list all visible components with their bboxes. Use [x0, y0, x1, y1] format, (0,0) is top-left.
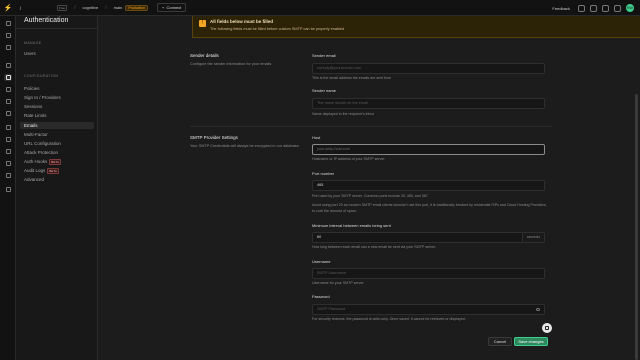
host-help: Hostname or IP address of your SMTP serv… [312, 157, 386, 161]
beta-badge: BETA [49, 158, 61, 165]
edge-functions-icon[interactable] [4, 110, 12, 117]
port-help: Port used by your SMTP server. Common po… [312, 194, 429, 198]
sidebar-title: Authentication [16, 16, 98, 29]
save-button[interactable]: Save changes [514, 337, 548, 346]
interval-input[interactable]: 60 seconds [312, 232, 545, 243]
database-icon[interactable] [4, 62, 12, 69]
sender-details-desc: Configure the sender information for you… [190, 62, 272, 66]
sidebar-item-sessions[interactable]: Sessions [24, 103, 94, 110]
connect-button[interactable]: ⌁ Connect [157, 3, 187, 12]
chat-assistant-button[interactable] [542, 323, 552, 333]
smtp-settings-title: SMTP Provider Settings [190, 135, 238, 140]
password-label: Password [312, 294, 330, 299]
logs-icon[interactable] [4, 148, 12, 155]
port-label: Port number [312, 171, 335, 176]
host-label: Host [312, 135, 321, 140]
breadcrumb-separator: / [105, 4, 107, 11]
section-divider [190, 126, 552, 127]
sender-email-label: Sender email [312, 53, 336, 58]
sidebar-item-policies[interactable]: Policies [24, 85, 94, 92]
search-icon[interactable] [578, 4, 585, 12]
warning-text: The following fields must be filled befo… [210, 27, 345, 31]
username-help: Username for your SMTP server [312, 281, 364, 285]
beta-badge: BETA [47, 167, 59, 174]
host-input[interactable]: your.smtp.host.com [312, 144, 545, 155]
org-name[interactable]: j [20, 5, 21, 10]
api-docs-icon[interactable] [4, 160, 12, 167]
help-icon[interactable] [602, 4, 609, 12]
sidebar-heading-configuration: CONFIGURATION [24, 74, 59, 78]
password-help: For security reasons, the password is wr… [312, 317, 466, 321]
auth-icon[interactable] [4, 74, 12, 81]
branch-selector[interactable]: main [114, 5, 123, 10]
storage-icon[interactable] [4, 86, 12, 93]
sidebar-item-auth-hooks[interactable]: Auth Hooks BETA [24, 158, 94, 165]
port-warning-help: Avoid using port 25 as modern SMTP email… [312, 203, 547, 213]
integrations-icon[interactable] [4, 172, 12, 179]
scrollbar[interactable] [635, 94, 638, 360]
password-placeholder: SMTP Password [317, 307, 346, 311]
sidebar-item-users[interactable]: Users [24, 50, 94, 57]
sidebar-item-label: Audit Logs [24, 168, 46, 173]
sidebar-item-advanced[interactable]: Advanced [24, 176, 94, 183]
interval-value: 60 [317, 235, 322, 239]
breadcrumb-separator: / [74, 4, 76, 11]
table-editor-icon[interactable] [4, 32, 12, 39]
supabase-logo-icon[interactable]: ⚡ [0, 4, 16, 12]
smtp-settings-desc: Your SMTP Credentials will always be enc… [190, 144, 300, 148]
warning-title: All fields below must be filled [210, 19, 274, 24]
sql-editor-icon[interactable] [4, 44, 12, 51]
sidebar-item-emails[interactable]: Emails [20, 122, 94, 129]
environment-badge: Production [125, 4, 149, 11]
interval-unit: seconds [521, 233, 544, 242]
icon-rail [0, 16, 16, 360]
sidebar-item-multi-factor[interactable]: Multi-Factor [24, 131, 94, 138]
connect-label: Connect [166, 5, 182, 10]
inbox-icon[interactable] [590, 4, 597, 12]
sidebar-item-attack-protection[interactable]: Attack Protection [24, 149, 94, 156]
sidebar-item-url-configuration[interactable]: URL Configuration [24, 140, 94, 147]
sender-name-input[interactable]: The name shown on the email [312, 98, 545, 109]
warning-banner: ! All fields below must be filled The fo… [192, 16, 640, 38]
auth-sidebar: Authentication MANAGE Users CONFIGURATIO… [16, 16, 98, 360]
sender-details-title: Sender details [190, 53, 219, 58]
sidebar-item-rate-limits[interactable]: Rate Limits [24, 112, 94, 119]
sidebar-item-label: Auth Hooks [24, 159, 48, 164]
username-input[interactable]: SMTP Username [312, 268, 545, 279]
project-selector[interactable]: cognitive [82, 5, 98, 10]
sender-email-input[interactable]: noreply@yourdomain.com [312, 63, 545, 74]
port-input[interactable]: 465 [312, 180, 545, 191]
sender-name-label: Sender name [312, 88, 337, 93]
reports-icon[interactable] [4, 136, 12, 143]
assistant-icon[interactable] [614, 4, 621, 12]
interval-label: Minimum interval between emails being se… [312, 223, 391, 228]
cancel-button[interactable]: Cancel [488, 337, 512, 346]
eye-icon[interactable] [536, 308, 540, 311]
interval-help: How long between each email can a new em… [312, 245, 436, 249]
plan-badge: Free [56, 4, 68, 11]
home-icon[interactable] [4, 20, 12, 27]
plug-icon: ⌁ [162, 5, 165, 10]
password-input[interactable]: SMTP Password [312, 304, 545, 315]
chat-icon [545, 326, 549, 330]
avatar[interactable]: KW [626, 4, 634, 12]
advisors-icon[interactable] [4, 124, 12, 131]
feedback-button[interactable]: Feedback [552, 6, 570, 11]
warning-icon: ! [199, 20, 206, 27]
sidebar-item-sign-in-providers[interactable]: Sign In / Providers [24, 94, 94, 101]
realtime-icon[interactable] [4, 98, 12, 105]
main-content: ! All fields below must be filled The fo… [98, 16, 640, 360]
sidebar-item-audit-logs[interactable]: Audit Logs BETA [24, 167, 94, 174]
username-label: Username [312, 259, 331, 264]
sender-name-help: Name displayed in the recipient's inbox [312, 112, 375, 116]
top-bar: ⚡ j Free / cognitive / main Production ⌁… [0, 0, 640, 16]
sidebar-heading-manage: MANAGE [24, 41, 42, 45]
settings-icon[interactable] [4, 186, 12, 193]
sender-email-help: This is the email address the emails are… [312, 76, 392, 80]
